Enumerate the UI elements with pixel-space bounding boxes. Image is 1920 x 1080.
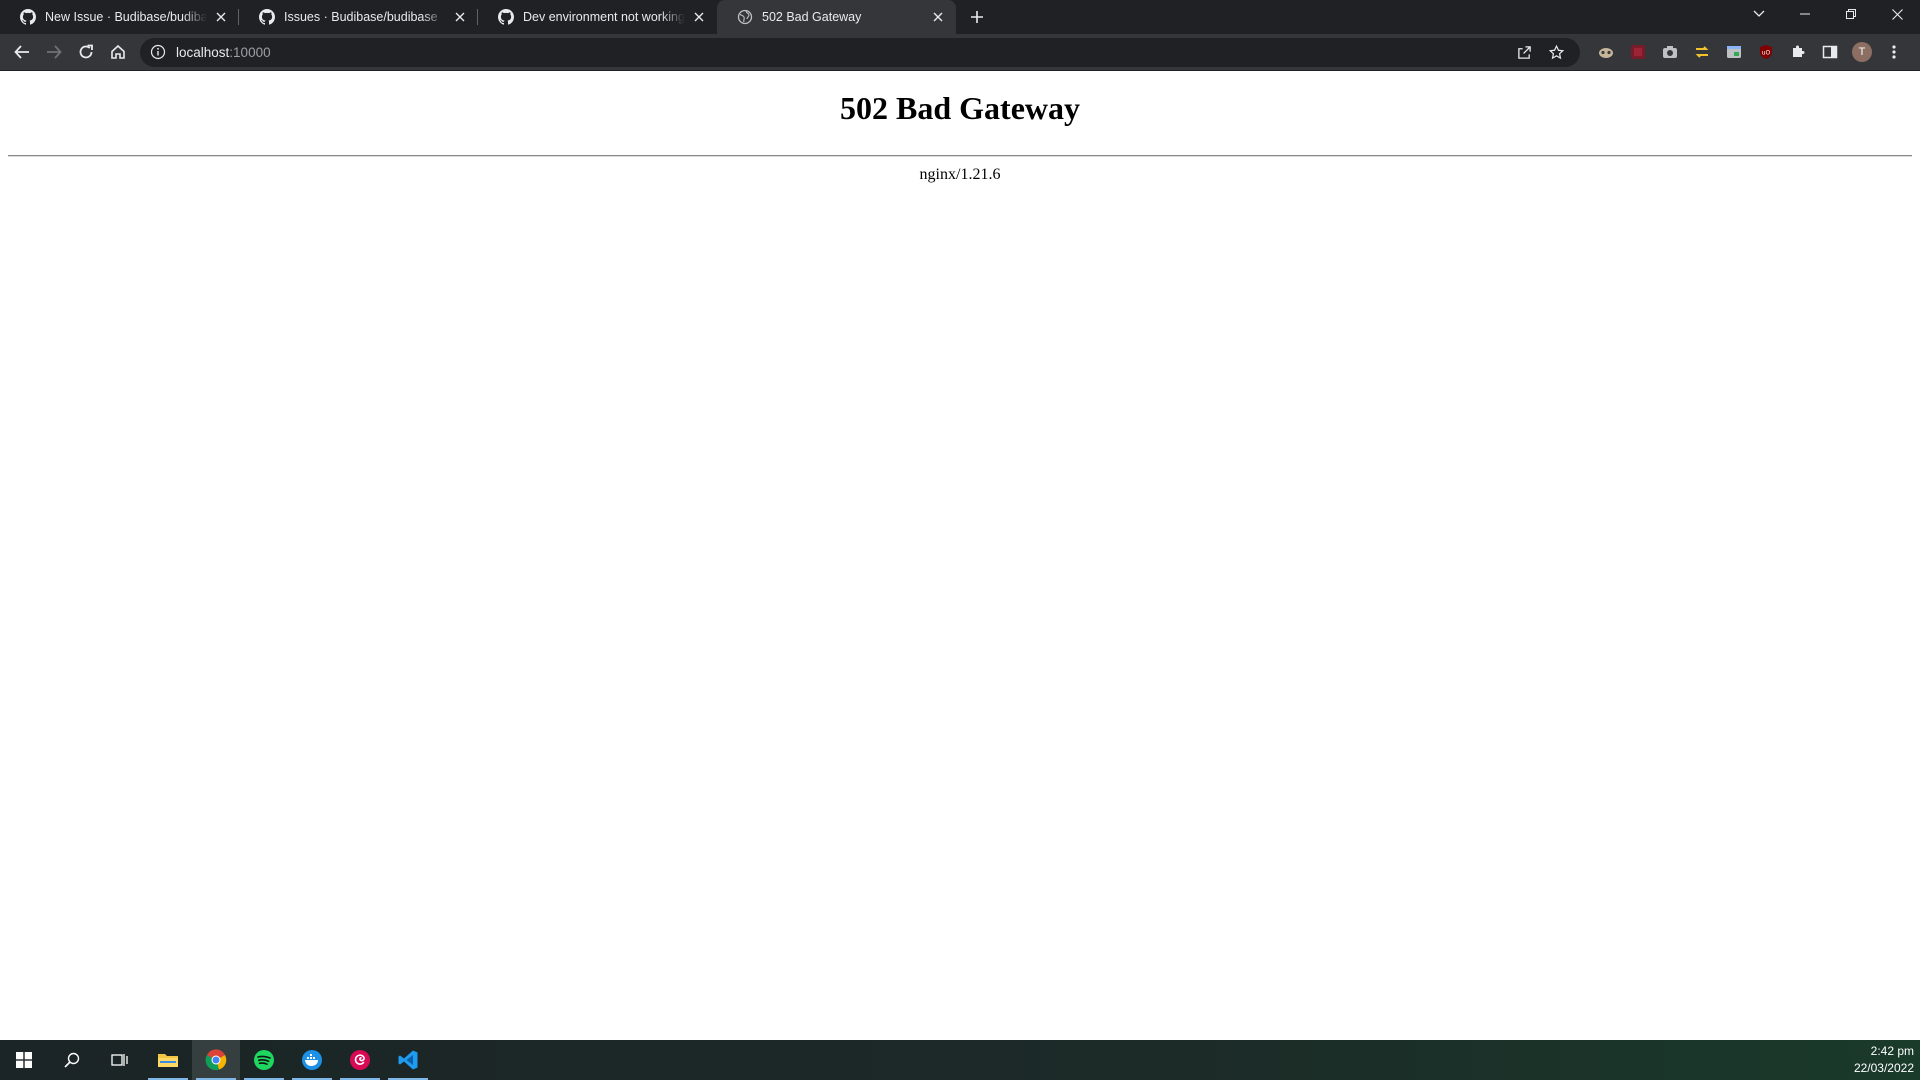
home-button[interactable] (102, 36, 134, 68)
system-clock[interactable]: 2:42 pm 22/03/2022 (1854, 1040, 1914, 1080)
extension-window-icon[interactable] (1718, 36, 1750, 68)
tab-search-button[interactable] (1736, 0, 1782, 28)
extension-yellow-sync-icon[interactable] (1686, 36, 1718, 68)
share-icon (1517, 45, 1531, 59)
home-icon (111, 44, 125, 59)
arrow-right-icon (47, 45, 62, 59)
tab-title: Issues · Budibase/budibase (284, 10, 438, 24)
debian-icon (350, 1050, 370, 1070)
window-controls (1736, 0, 1920, 34)
close-icon[interactable] (691, 9, 707, 25)
taskbar-vscode[interactable] (384, 1040, 432, 1080)
avatar: T (1852, 42, 1872, 62)
svg-text:uO: uO (1762, 50, 1771, 57)
url-port: :10000 (229, 44, 271, 60)
reload-button[interactable] (70, 36, 102, 68)
close-icon (1891, 8, 1903, 20)
tab-502-bad-gateway[interactable]: 502 Bad Gateway (717, 0, 956, 34)
clock-time: 2:42 pm (1870, 1044, 1914, 1058)
clock-date: 22/03/2022 (1853, 1061, 1914, 1075)
close-icon[interactable] (452, 9, 468, 25)
tab-title: 502 Bad Gateway (762, 10, 862, 24)
close-icon[interactable] (213, 9, 229, 25)
extension-red-square-icon[interactable] (1622, 36, 1654, 68)
tab-issues[interactable]: Issues · Budibase/budibase (239, 0, 478, 34)
extensions-puzzle-icon[interactable] (1782, 36, 1814, 68)
tab-title: Dev environment not working as expected (523, 10, 685, 24)
server-signature: nginx/1.21.6 (919, 166, 1001, 183)
windows-taskbar: 2:42 pm 22/03/2022 (0, 1040, 1920, 1080)
minimize-icon (1800, 13, 1810, 15)
close-icon[interactable] (930, 9, 946, 25)
vscode-icon (398, 1050, 418, 1070)
extension-mask-icon[interactable] (1590, 36, 1622, 68)
ublock-origin-icon[interactable]: uO (1750, 36, 1782, 68)
restore-icon (1846, 9, 1856, 19)
github-icon (259, 9, 275, 25)
spotify-icon (254, 1050, 274, 1070)
side-panel-icon[interactable] (1814, 36, 1846, 68)
windows-logo-icon (16, 1052, 32, 1068)
taskbar-debian[interactable] (336, 1040, 384, 1080)
globe-icon (737, 9, 753, 25)
chrome-menu-button[interactable] (1878, 36, 1910, 68)
start-button[interactable] (0, 1040, 48, 1080)
taskbar-docker[interactable] (288, 1040, 336, 1080)
address-bar[interactable]: localhost:10000 (140, 37, 1580, 67)
minimize-button[interactable] (1782, 0, 1828, 28)
more-vertical-icon (1892, 45, 1896, 59)
browser-toolbar: localhost:10000 uO T (0, 34, 1920, 71)
share-button[interactable] (1510, 40, 1538, 64)
divider (8, 155, 1912, 157)
page-content: 502 Bad Gateway nginx/1.21.6 (0, 71, 1920, 1040)
tab-new-issue[interactable]: New Issue · Budibase/budibase (0, 0, 239, 34)
bookmark-button[interactable] (1542, 40, 1570, 64)
forward-button[interactable] (38, 36, 70, 68)
docker-icon (302, 1050, 322, 1070)
search-button[interactable] (48, 1040, 96, 1080)
tab-dev-environment[interactable]: Dev environment not working as expected (478, 0, 717, 34)
search-icon (64, 1052, 80, 1068)
back-button[interactable] (6, 36, 38, 68)
taskbar-spotify[interactable] (240, 1040, 288, 1080)
task-view-icon (111, 1054, 128, 1066)
extensions-area: uO T (1590, 36, 1910, 68)
profile-button[interactable]: T (1846, 36, 1878, 68)
github-icon (20, 9, 36, 25)
error-heading: 502 Bad Gateway (840, 90, 1080, 126)
chevron-down-icon (1753, 10, 1765, 17)
restore-button[interactable] (1828, 0, 1874, 28)
tab-title: New Issue · Budibase/budibase (45, 10, 207, 24)
star-icon (1548, 44, 1564, 59)
info-icon[interactable] (150, 44, 166, 60)
folder-icon (158, 1054, 178, 1067)
taskbar-file-explorer[interactable] (144, 1040, 192, 1080)
new-tab-button[interactable] (960, 0, 994, 34)
reload-icon (79, 44, 93, 59)
taskbar-chrome[interactable] (192, 1040, 240, 1080)
extension-camera-icon[interactable] (1654, 36, 1686, 68)
url-host: localhost (176, 44, 230, 60)
github-icon (498, 9, 514, 25)
arrow-left-icon (14, 45, 29, 59)
task-view-button[interactable] (96, 1040, 144, 1080)
plus-icon (971, 11, 983, 23)
close-window-button[interactable] (1874, 0, 1920, 28)
tab-strip: New Issue · Budibase/budibase Issues · B… (0, 0, 1920, 34)
chrome-icon (205, 1049, 227, 1071)
